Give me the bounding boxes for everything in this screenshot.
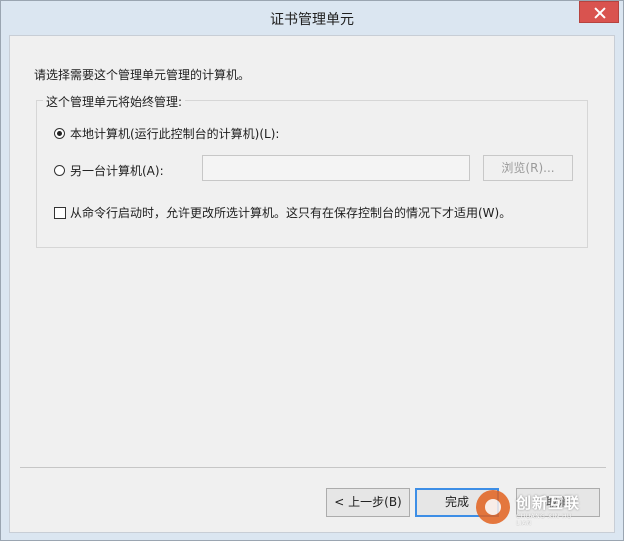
- watermark-subtitle: CHUANG XIN HU LIAN: [516, 513, 572, 527]
- close-button[interactable]: [579, 1, 619, 23]
- dialog-content: 请选择需要这个管理单元管理的计算机。 这个管理单元将始终管理: 本地计算机(运行…: [9, 35, 615, 533]
- managed-computer-group: 这个管理单元将始终管理: 本地计算机(运行此控制台的计算机)(L): 另一台计算…: [36, 93, 588, 248]
- watermark: 创新互联 CHUANG XIN HU LIAN: [476, 488, 586, 532]
- watermark-name: 创新互联: [516, 494, 581, 512]
- computer-name-input[interactable]: [202, 155, 470, 181]
- certificate-snapin-dialog: 证书管理单元 请选择需要这个管理单元管理的计算机。 这个管理单元将始终管理: 本…: [0, 0, 624, 541]
- back-button[interactable]: < 上一步(B): [326, 488, 410, 517]
- another-computer-label: 另一台计算机(A):: [70, 164, 164, 178]
- watermark-logo-icon: [476, 490, 510, 524]
- footer-separator: [20, 467, 606, 468]
- allow-change-label: 从命令行启动时，允许更改所选计算机。这只有在保存控制台的情况下才适用(W)。: [70, 206, 512, 220]
- allow-change-checkbox[interactable]: [54, 206, 66, 219]
- local-computer-radio[interactable]: [54, 128, 65, 139]
- group-legend: 这个管理单元将始终管理:: [43, 93, 186, 110]
- instruction-text: 请选择需要这个管理单元管理的计算机。: [34, 68, 251, 82]
- another-computer-option[interactable]: 另一台计算机(A):: [54, 162, 164, 179]
- allow-change-option[interactable]: 从命令行启动时，允许更改所选计算机。这只有在保存控制台的情况下才适用(W)。: [54, 204, 511, 221]
- title-bar[interactable]: 证书管理单元: [1, 1, 623, 35]
- local-computer-option[interactable]: 本地计算机(运行此控制台的计算机)(L):: [54, 125, 279, 142]
- local-computer-label: 本地计算机(运行此控制台的计算机)(L):: [70, 127, 280, 141]
- browse-button[interactable]: 浏览(R)...: [483, 155, 573, 181]
- window-title: 证书管理单元: [270, 12, 354, 28]
- another-computer-radio[interactable]: [54, 165, 65, 176]
